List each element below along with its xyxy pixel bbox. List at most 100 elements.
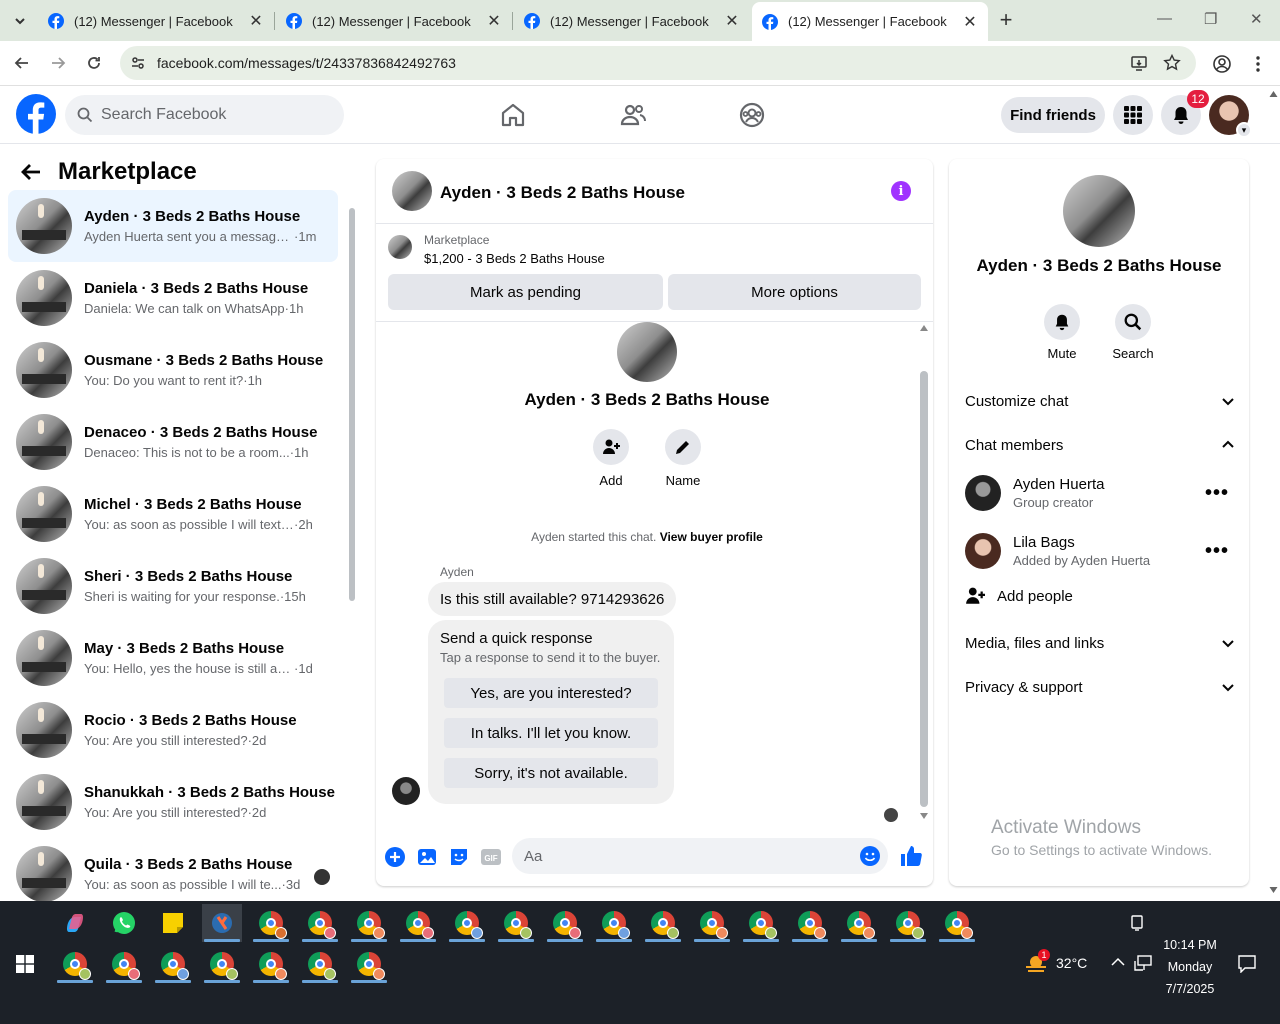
close-tab-icon[interactable]: ✕ [248,13,264,30]
edit-name-action[interactable]: Name [653,429,713,488]
conversation-item[interactable]: Sheri · 3 Beds 2 Baths House Sheri is wai… [8,550,338,622]
close-tab-icon[interactable]: ✕ [962,14,978,31]
chrome-taskbar-icon[interactable] [496,904,536,942]
windows-start-icon[interactable] [16,955,34,973]
chrome-taskbar-icon[interactable] [251,945,291,983]
sender-avatar[interactable] [392,777,420,805]
app-taskbar-icon[interactable] [202,904,242,942]
chrome-taskbar-icon[interactable] [153,945,193,983]
chrome-taskbar-icon[interactable] [643,904,683,942]
tab-search-button[interactable] [6,7,34,35]
customize-chat-row[interactable]: Customize chat [965,386,1235,416]
quick-response-button[interactable]: Sorry, it's not available. [444,758,658,788]
chrome-taskbar-icon[interactable] [300,945,340,983]
quick-response-button[interactable]: In talks. I'll let you know. [444,718,658,748]
info-icon[interactable]: i [891,181,911,201]
privacy-support-row[interactable]: Privacy & support [965,672,1235,702]
conversation-item[interactable]: Shanukkah · 3 Beds 2 Baths House You: Are… [8,766,338,838]
mute-action[interactable]: Mute [1032,304,1092,361]
message-input-box[interactable] [512,838,888,874]
conversation-item[interactable]: Denaceo · 3 Beds 2 Baths House Denaceo: T… [8,406,338,478]
chrome-taskbar-icon[interactable] [251,904,291,942]
chrome-taskbar-icon[interactable] [790,904,830,942]
browser-tab[interactable]: (12) Messenger | Facebook ✕ [38,5,274,37]
chrome-taskbar-icon[interactable] [839,904,879,942]
view-buyer-profile-link[interactable]: View buyer profile [660,530,763,544]
browser-tab[interactable]: (12) Messenger | Facebook ✕ [514,5,750,37]
minimize-window-icon[interactable]: — [1157,10,1172,27]
scroll-down-icon[interactable] [920,813,928,819]
find-friends-button[interactable]: Find friends [1001,97,1105,133]
facebook-search-input[interactable] [101,106,321,124]
photo-icon[interactable] [416,846,438,868]
conversation-scrollbar[interactable] [347,195,357,895]
copilot-taskbar-icon[interactable] [55,904,95,942]
page-scrollbar[interactable] [1267,87,1280,901]
reload-button[interactable] [84,53,104,73]
more-options-button[interactable]: More options [668,274,921,310]
more-options-icon[interactable]: ••• [1205,540,1229,563]
chrome-taskbar-icon[interactable] [202,945,242,983]
chrome-taskbar-icon[interactable] [741,904,781,942]
profile-account-icon[interactable] [1212,54,1232,74]
incoming-message-bubble[interactable]: Is this still available? 9714293626 [428,582,677,616]
clock[interactable]: 10:14 PM Monday 7/7/2025 [1160,934,1220,1000]
scrollbar-thumb[interactable] [920,371,928,807]
plus-circle-icon[interactable] [384,846,406,868]
marketplace-listing-info[interactable]: Marketplace $1,200 - 3 Beds 2 Baths Hous… [388,233,605,266]
gif-icon[interactable]: GIF [480,846,502,868]
weather-widget[interactable]: 1 32°C [1024,949,1087,973]
install-app-icon[interactable] [1130,54,1148,72]
browser-menu-icon[interactable] [1250,54,1266,74]
chat-members-row[interactable]: Chat members [965,430,1235,460]
chrome-taskbar-icon[interactable] [692,904,732,942]
chrome-taskbar-icon[interactable] [55,945,95,983]
conversation-item[interactable]: Ayden · 3 Beds 2 Baths House Ayden Huerta… [8,190,338,262]
chrome-taskbar-icon[interactable] [398,904,438,942]
scroll-up-icon[interactable] [920,325,928,331]
media-files-links-row[interactable]: Media, files and links [965,628,1235,658]
thumbs-up-icon[interactable] [899,844,923,868]
chrome-taskbar-icon[interactable] [545,904,585,942]
chrome-taskbar-icon[interactable] [104,945,144,983]
chrome-taskbar-icon[interactable] [888,904,928,942]
quick-response-button[interactable]: Yes, are you interested? [444,678,658,708]
conversation-item[interactable]: Rocio · 3 Beds 2 Baths House You: Are you… [8,694,338,766]
message-input[interactable] [524,847,844,865]
chrome-taskbar-icon[interactable] [349,904,389,942]
chrome-taskbar-icon[interactable] [300,904,340,942]
conversation-item[interactable]: Quila · 3 Beds 2 Baths House You: as soon… [8,838,338,901]
new-tab-button[interactable]: + [994,9,1018,31]
scroll-down-icon[interactable] [1269,887,1278,893]
account-avatar[interactable]: ▾ [1209,95,1252,138]
chat-avatar[interactable] [392,171,432,211]
sticker-icon[interactable] [448,846,470,868]
chrome-taskbar-icon[interactable] [447,904,487,942]
groups-icon[interactable] [738,101,766,129]
back-button[interactable] [12,53,32,73]
chevron-up-icon[interactable] [1111,957,1125,967]
conversation-item[interactable]: Michel · 3 Beds 2 Baths House You: as soo… [8,478,338,550]
facebook-logo-icon[interactable] [16,94,56,134]
message-scrollbar[interactable] [918,321,930,826]
close-tab-icon[interactable]: ✕ [724,13,740,30]
more-options-icon[interactable]: ••• [1205,482,1229,505]
back-arrow-icon[interactable] [20,161,42,183]
conversation-item[interactable]: Ousmane · 3 Beds 2 Baths House You: Do yo… [8,334,338,406]
network-icon[interactable] [1134,955,1152,971]
scroll-up-icon[interactable] [1269,91,1278,97]
menu-button[interactable] [1113,95,1153,135]
conversation-item[interactable]: May · 3 Beds 2 Baths House You: Hello, ye… [8,622,338,694]
chat-title[interactable]: Ayden · 3 Beds 2 Baths House [440,183,685,203]
home-icon[interactable] [499,101,527,129]
conversation-item[interactable]: Daniela · 3 Beds 2 Baths House Daniela: W… [8,262,338,334]
star-bookmark-icon[interactable] [1163,54,1181,72]
chrome-taskbar-icon[interactable] [937,904,977,942]
add-people-button[interactable]: Add people [965,586,1073,606]
sticky-notes-taskbar-icon[interactable] [153,904,193,942]
browser-tab[interactable]: (12) Messenger | Facebook ✕ [276,5,512,37]
notification-center-icon[interactable] [1238,955,1256,973]
chat-member-item[interactable]: Ayden Huerta Group creator ••• [965,471,1235,515]
chat-member-item[interactable]: Lila Bags Added by Ayden Huerta ••• [965,529,1235,573]
forward-button[interactable] [48,53,68,73]
